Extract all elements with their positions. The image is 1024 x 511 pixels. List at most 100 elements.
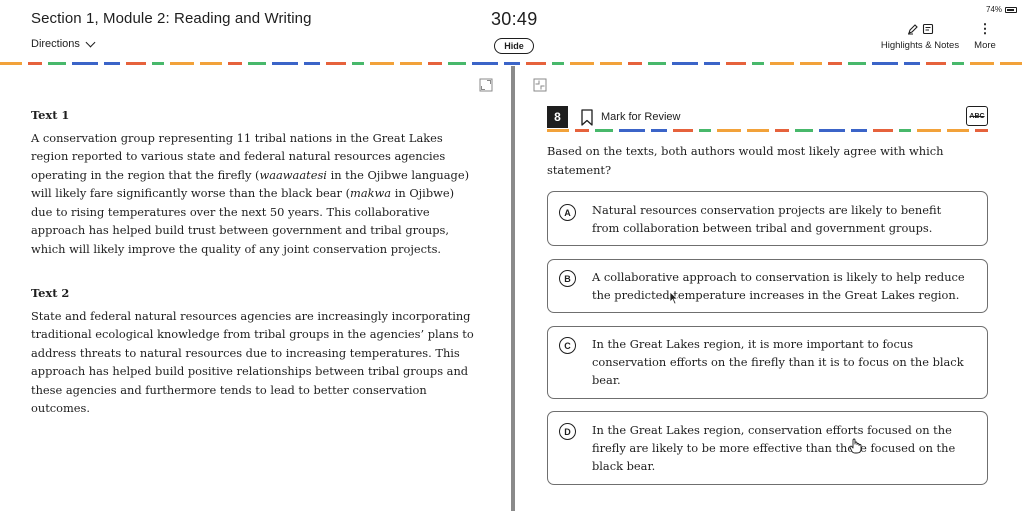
chevron-down-icon (85, 37, 96, 47)
option-text: A collaborative approach to conservation… (592, 270, 965, 302)
strip-segment (717, 129, 741, 132)
passage-fragment-italic: waawaatesi (259, 167, 327, 182)
strip-segment (795, 129, 813, 132)
strip-segment (704, 62, 720, 65)
strip-segment (595, 129, 613, 132)
strip-segment (699, 129, 711, 132)
strip-segment (904, 62, 920, 65)
more-vertical-icon: ⋮ (978, 21, 992, 36)
strip-segment (272, 62, 298, 65)
passage-body: A conservation group representing 11 tri… (31, 129, 476, 259)
strip-segment (570, 62, 594, 65)
strip-segment (600, 62, 622, 65)
hide-timer-button[interactable]: Hide (494, 38, 534, 54)
answer-eliminator-button[interactable]: ABC (966, 106, 988, 126)
strip-segment (872, 62, 898, 65)
strip-segment (947, 129, 969, 132)
battery-percent: 74% (986, 5, 1003, 14)
question-divider-strip (547, 129, 988, 132)
top-bar: Section 1, Module 2: Reading and Writing… (0, 0, 1024, 64)
strip-segment (775, 129, 789, 132)
strip-segment (170, 62, 194, 65)
abc-label: ABC (969, 112, 985, 120)
strip-segment (975, 129, 988, 132)
passage-heading: Text 1 (31, 108, 70, 122)
passage-fragment-italic: makwa (350, 186, 392, 200)
strip-segment (747, 129, 769, 132)
option-text: Natural resources conservation projects … (592, 203, 942, 235)
strip-segment (651, 129, 667, 132)
strip-segment (672, 62, 698, 65)
strip-segment (726, 62, 746, 65)
expand-passage-icon[interactable] (479, 78, 493, 92)
option-letter: B (559, 270, 576, 287)
strip-segment (504, 62, 520, 65)
strip-segment (200, 62, 222, 65)
strip-segment (326, 62, 346, 65)
strip-segment (228, 62, 242, 65)
note-icon (922, 23, 933, 35)
option-letter: D (559, 423, 576, 440)
passage-fragment: State and federal natural resources agen… (31, 308, 474, 416)
strip-segment (400, 62, 422, 65)
header-divider-strip (0, 62, 1024, 65)
strip-segment (575, 129, 589, 132)
strip-segment (304, 62, 320, 65)
strip-segment (152, 62, 164, 65)
strip-segment (352, 62, 364, 65)
section-title: Section 1, Module 2: Reading and Writing (31, 10, 312, 27)
strip-segment (0, 62, 22, 65)
bookmark-icon[interactable] (580, 109, 594, 126)
pen-icon (907, 24, 918, 35)
passage-text-1: Text 1 A conservation group representing… (31, 106, 476, 258)
question-prompt: Based on the texts, both authors would m… (547, 144, 944, 177)
question-header: 8 Mark for Review ABC (547, 106, 988, 128)
option-text: In the Great Lakes region, conservation … (592, 423, 956, 473)
directions-button[interactable]: Directions (31, 37, 96, 50)
strip-segment (752, 62, 764, 65)
strip-segment (126, 62, 146, 65)
strip-segment (770, 62, 794, 65)
strip-segment (248, 62, 266, 65)
highlights-notes-button[interactable]: Highlights & Notes (878, 22, 962, 51)
answer-option-b[interactable]: B A collaborative approach to conservati… (547, 259, 988, 313)
passage-body: State and federal natural resources agen… (31, 307, 476, 418)
option-letter: A (559, 204, 576, 221)
battery-icon (1005, 6, 1018, 13)
strip-segment (952, 62, 964, 65)
mark-for-review-label[interactable]: Mark for Review (601, 111, 680, 123)
strip-segment (851, 129, 867, 132)
strip-segment (628, 62, 642, 65)
strip-segment (648, 62, 666, 65)
strip-segment (828, 62, 842, 65)
strip-segment (619, 129, 645, 132)
directions-label: Directions (31, 38, 80, 50)
highlights-notes-label: Highlights & Notes (880, 40, 960, 51)
strip-segment (819, 129, 845, 132)
strip-segment (848, 62, 866, 65)
strip-segment (448, 62, 466, 65)
strip-segment (428, 62, 442, 65)
answer-option-d[interactable]: D In the Great Lakes region, conservatio… (547, 411, 988, 485)
passage-pane: Text 1 A conservation group representing… (31, 106, 476, 444)
collapse-question-icon[interactable] (533, 78, 547, 92)
strip-segment (926, 62, 946, 65)
countdown-timer: 30:49 (491, 9, 538, 29)
pane-divider[interactable] (511, 66, 515, 511)
answer-option-a[interactable]: A Natural resources conservation project… (547, 191, 988, 246)
strip-segment (370, 62, 394, 65)
strip-segment (1000, 62, 1022, 65)
answer-option-c[interactable]: C In the Great Lakes region, it is more … (547, 326, 988, 399)
passage-text-2: Text 2 State and federal natural resourc… (31, 284, 476, 418)
more-menu-button[interactable]: ⋮ More (971, 21, 999, 52)
option-letter: C (559, 337, 576, 354)
strip-segment (899, 129, 911, 132)
strip-segment (552, 62, 564, 65)
strip-segment (526, 62, 546, 65)
passage-heading: Text 2 (31, 286, 70, 300)
strip-segment (72, 62, 98, 65)
strip-segment (970, 62, 994, 65)
more-label: More (974, 40, 996, 51)
battery-status: 74% (986, 5, 1018, 14)
strip-segment (873, 129, 893, 132)
